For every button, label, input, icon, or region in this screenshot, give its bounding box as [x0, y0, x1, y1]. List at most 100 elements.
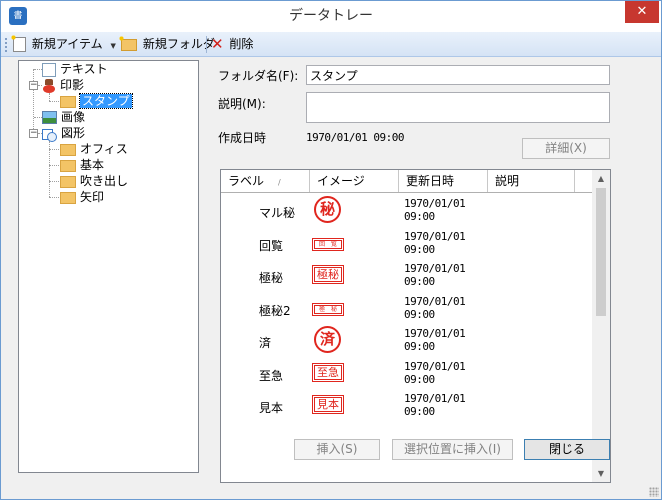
- delete-button[interactable]: ✕ 削除: [211, 34, 253, 55]
- close-window-button[interactable]: ✕: [625, 1, 659, 23]
- tree-label: 基本: [80, 158, 105, 172]
- item-list[interactable]: ラベル / イメージ 更新日時 説明 マル秘秘 1970/01/01 09:00 回覧回…: [220, 169, 611, 483]
- item-updated-time: 09:00: [404, 242, 435, 256]
- data-tray-window: 書 データトレー ✕ 新規アイテム ▼ 新規フォルダ ✕ 削除 テキスト − 印…: [0, 0, 662, 500]
- tree-line: [34, 117, 42, 118]
- list-item[interactable]: 至急 至急 1970/01/01 09:00: [221, 357, 592, 389]
- list-item[interactable]: 極秘2 極 秘 1970/01/01 09:00: [221, 292, 592, 324]
- delete-icon: ✕: [211, 35, 224, 53]
- tree-item-image[interactable]: 画像: [42, 109, 85, 125]
- toolbar-separator: [206, 36, 207, 53]
- folder-name-input[interactable]: [306, 65, 610, 85]
- tree-line: [49, 197, 59, 198]
- item-updated: 1970/01/01 09:00: [404, 360, 466, 386]
- scroll-up-icon[interactable]: ▲: [592, 170, 610, 187]
- tree-label: 矢印: [80, 190, 105, 204]
- item-updated-date: 1970/01/01: [404, 197, 466, 210]
- column-header-updated[interactable]: 更新日時: [399, 170, 488, 192]
- scroll-thumb[interactable]: [596, 188, 606, 316]
- collapse-toggle-icon[interactable]: −: [29, 129, 38, 138]
- resize-grip-icon[interactable]: [649, 487, 659, 497]
- tree-line: [33, 69, 34, 133]
- window-title: データトレー: [289, 8, 373, 24]
- folder-tree[interactable]: テキスト − 印影 スタンプ 画像 − 図形 オフィス 基本 吹き出し 矢印: [18, 60, 199, 473]
- folder-details-panel: フォルダ名(F): 説明(M): 作成日時 1970/01/01 09:00 詳…: [209, 60, 622, 483]
- new-folder-icon: [118, 34, 137, 51]
- item-label: 済: [259, 336, 272, 350]
- list-header: ラベル / イメージ 更新日時 説明: [221, 170, 592, 193]
- item-updated-time: 09:00: [404, 372, 435, 386]
- close-button[interactable]: 閉じる: [524, 439, 610, 460]
- folder-name-label: フォルダ名(F):: [218, 69, 299, 83]
- tree-item-basic[interactable]: 基本: [60, 157, 104, 173]
- tree-item-callout[interactable]: 吹き出し: [60, 173, 128, 189]
- tree-label: 吹き出し: [80, 174, 129, 188]
- created-value: 1970/01/01 09:00: [306, 131, 404, 144]
- tree-item-stamp[interactable]: スタンプ: [60, 93, 133, 109]
- item-updated-date: 1970/01/01: [404, 262, 466, 275]
- item-updated-time: 09:00: [404, 210, 435, 223]
- insert-button[interactable]: 挿入(S): [294, 439, 380, 460]
- column-label-text: ラベル: [228, 174, 265, 188]
- item-updated-date: 1970/01/01: [404, 294, 466, 308]
- tree-line: [49, 101, 59, 102]
- tree-item-shape[interactable]: 図形: [42, 125, 85, 142]
- scroll-down-icon[interactable]: ▼: [592, 465, 610, 482]
- tree-line: [49, 93, 50, 101]
- list-item[interactable]: 回覧 回 覧 1970/01/01 09:00: [221, 227, 592, 259]
- folder-icon: [60, 159, 76, 172]
- item-updated-time: 09:00: [404, 405, 435, 418]
- stamp-image: 極 秘: [312, 302, 344, 316]
- new-item-button[interactable]: 新規アイテム ▼: [10, 34, 116, 55]
- new-folder-label: 新規フォルダ: [142, 37, 215, 51]
- item-updated-time: 09:00: [404, 307, 435, 321]
- tree-label-selected: スタンプ: [79, 93, 133, 109]
- stamp-image: 至急: [312, 362, 344, 382]
- insert-at-selection-button[interactable]: 選択位置に挿入(I): [392, 439, 513, 460]
- tree-label: テキスト: [60, 62, 108, 76]
- folder-icon: [60, 95, 76, 108]
- tree-line: [49, 165, 59, 166]
- tree-item-seal[interactable]: 印影: [42, 77, 84, 93]
- sort-indicator-icon: /: [278, 178, 281, 187]
- item-label: 極秘2: [259, 303, 291, 318]
- tree-item-text[interactable]: テキスト: [42, 61, 108, 77]
- item-updated-date: 1970/01/01: [404, 392, 466, 405]
- folder-icon: [60, 143, 76, 156]
- column-header-description[interactable]: 説明: [488, 170, 575, 192]
- item-updated-date: 1970/01/01: [404, 327, 466, 340]
- stamp-image: 秘: [314, 196, 341, 223]
- tree-line: [49, 149, 59, 150]
- item-label: 極秘: [259, 271, 284, 285]
- collapse-toggle-icon[interactable]: −: [29, 81, 38, 90]
- list-item[interactable]: 済 済 1970/01/01 09:00: [221, 324, 592, 356]
- item-label: 至急: [259, 368, 284, 383]
- list-item[interactable]: 見本 見本 1970/01/01 09:00: [221, 389, 592, 421]
- item-updated-date: 1970/01/01: [404, 229, 466, 243]
- text-icon: [42, 62, 56, 77]
- description-label: 説明(M):: [218, 97, 266, 111]
- item-updated: 1970/01/01 09:00: [404, 392, 466, 418]
- tree-line: [34, 69, 42, 70]
- description-input[interactable]: [306, 92, 610, 123]
- vertical-scrollbar[interactable]: ▲ ▼: [592, 170, 610, 482]
- tree-label: 画像: [61, 110, 86, 124]
- list-item[interactable]: マル秘 秘 1970/01/01 09:00: [221, 194, 592, 226]
- toolbar: 新規アイテム ▼ 新規フォルダ ✕ 削除: [1, 32, 661, 57]
- item-label: 回覧: [259, 238, 284, 253]
- toolbar-grip-icon[interactable]: [4, 37, 8, 52]
- tree-item-office[interactable]: オフィス: [60, 141, 128, 157]
- new-folder-button[interactable]: 新規フォルダ: [118, 34, 215, 55]
- column-header-label[interactable]: ラベル /: [221, 170, 310, 192]
- tree-label: オフィス: [80, 142, 128, 156]
- dropdown-arrow-icon[interactable]: ▼: [110, 42, 115, 50]
- tree-item-arrow[interactable]: 矢印: [60, 189, 104, 205]
- item-updated: 1970/01/01 09:00: [404, 197, 466, 223]
- shape-icon: [42, 127, 57, 142]
- column-header-image[interactable]: イメージ: [310, 170, 399, 192]
- list-item[interactable]: 極秘 極秘 1970/01/01 09:00: [221, 259, 592, 291]
- details-button[interactable]: 詳細(X): [522, 138, 610, 159]
- title-bar[interactable]: 書 データトレー ✕: [1, 1, 661, 32]
- new-item-icon: [10, 34, 26, 52]
- folder-icon: [60, 175, 76, 188]
